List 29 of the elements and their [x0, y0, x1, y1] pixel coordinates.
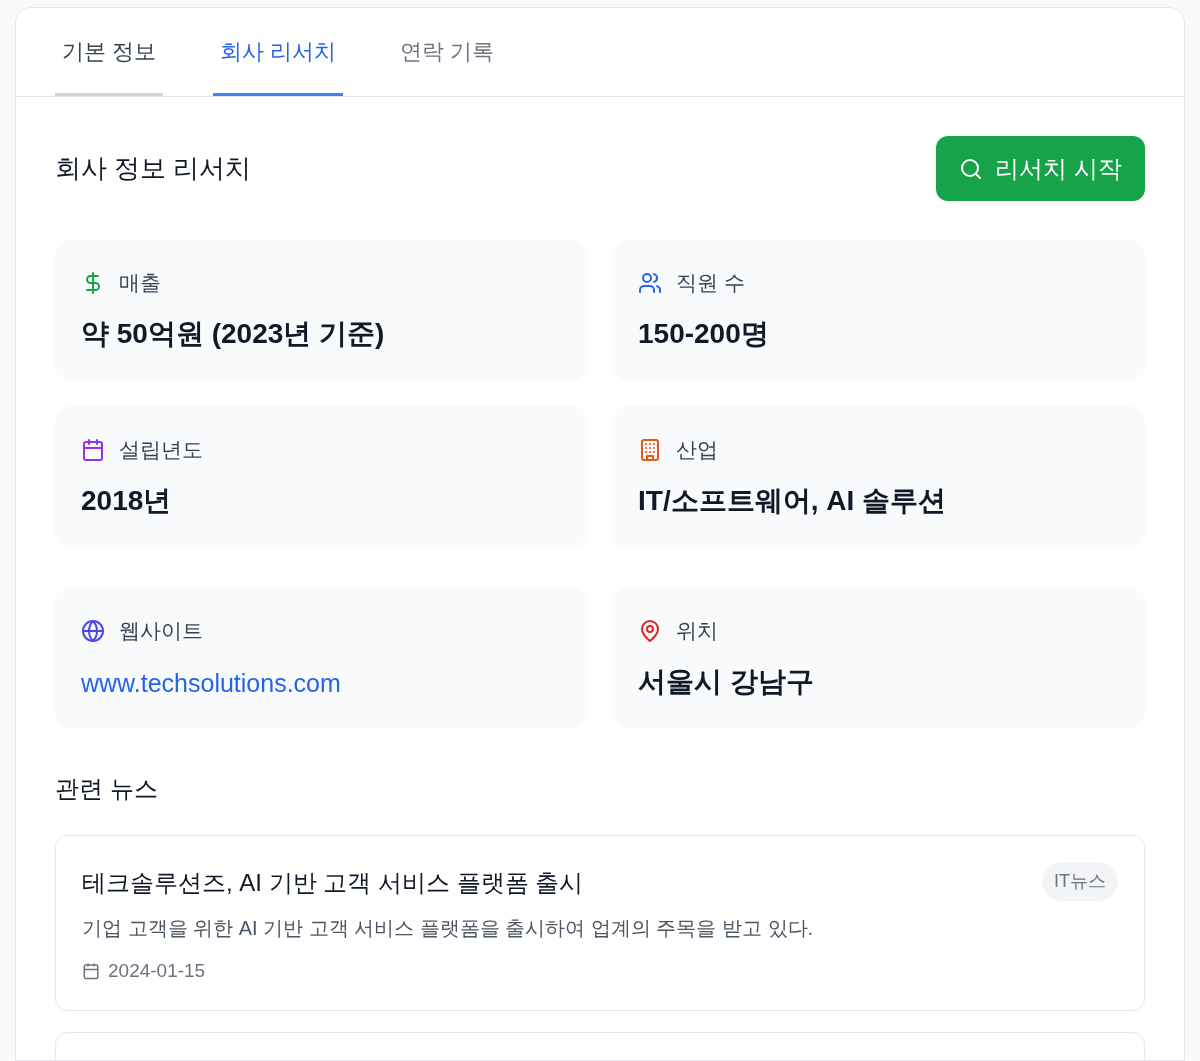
info-value: 약 50억원 (2023년 기준)	[81, 316, 386, 351]
info-value: 서울시 강남구	[638, 664, 815, 699]
building-icon	[638, 437, 662, 462]
people-icon	[638, 270, 662, 295]
info-label: 설립년도	[119, 437, 203, 463]
location-pin-icon	[638, 618, 662, 643]
info-label: 위치	[676, 618, 718, 644]
search-icon	[959, 156, 984, 181]
start-research-button[interactable]: 리서치 시작	[936, 136, 1145, 201]
section-title: 회사 정보 리서치	[55, 152, 252, 185]
calendar-icon	[82, 962, 100, 981]
tab[interactable]: 회사 리서치	[213, 8, 344, 96]
info-label: 매출	[119, 270, 161, 296]
calendar-icon	[81, 437, 105, 462]
section-title: 관련 뉴스	[55, 774, 159, 804]
news-date: 2024-01-15	[108, 959, 206, 983]
tab[interactable]: 기본 정보	[55, 8, 164, 96]
globe-icon	[81, 618, 105, 643]
info-label: 웹사이트	[119, 618, 203, 644]
info-value: IT/소프트웨어, AI 솔루션	[638, 483, 947, 518]
info-label: 직원 수	[676, 270, 745, 296]
info-label: 산업	[676, 437, 718, 463]
category-tag: IT뉴스	[1042, 862, 1118, 901]
news-title: 테크솔루션즈, AI 기반 고객 서비스 플랫폼 출시	[82, 867, 584, 898]
info-value: 2018년	[81, 483, 173, 518]
news-summary: 기업 고객을 위한 AI 기반 고객 서비스 플랫폼을 출시하여 업계의 주목을 받고 있다.	[82, 916, 815, 941]
info-value: 150-200명	[638, 316, 770, 351]
tab[interactable]: 연락 기록	[393, 8, 502, 96]
website-link[interactable]: www.techsolutions.com	[81, 664, 341, 702]
